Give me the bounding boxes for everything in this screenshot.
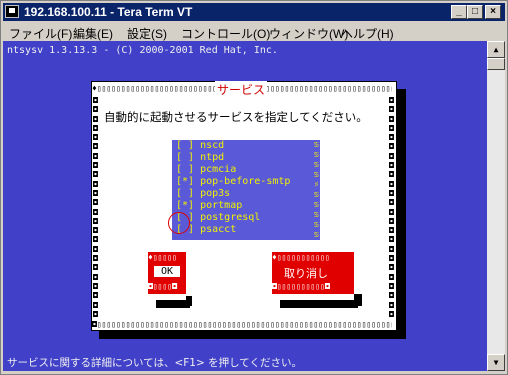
cancel-button-label: 取り消し (284, 267, 328, 280)
list-item[interactable]: [*] pop-before-smtp (176, 177, 290, 187)
ok-button-shadow (156, 300, 190, 308)
dialog-shadow-bottom (99, 331, 406, 339)
services-dialog: ♦▯▯▯▯▯▯▯▯▯▯▯▯▯▯▯▯▯▯▯▯▯▯▯▯▯▯▯▯▯▯▯▯▯▯▯▯▯▯▯… (91, 81, 397, 331)
teraterm-window: 192.168.100.11 - Tera Term VT _ □ × ファイル… (0, 0, 508, 375)
menu-setup[interactable]: 設定(S) (127, 25, 167, 42)
ok-button[interactable]: ♦▯▯▯▯▯ OK ◘▯▯▯▯◘ (148, 252, 186, 294)
menu-bar: ファイル(F) 編集(E) 設定(S) コントロール(O) ウィンドウ(W) ヘ… (3, 22, 505, 41)
annotation-circle-icon (168, 212, 190, 234)
menu-control[interactable]: コントロール(O) (181, 25, 270, 42)
dialog-title: サービス (215, 81, 268, 98)
ok-button-label: OK (161, 266, 174, 277)
services-listbox[interactable]: [ ] nscd [ ] ntpd [ ] pcmcia [*] pop-bef… (172, 140, 320, 240)
scroll-up-arrow-icon[interactable]: ▲ (487, 41, 505, 58)
terminal-footer-text: サービスに関する詳細については、<F1> を押してください。 (7, 357, 302, 369)
dialog-instruction: 自動的に起動させるサービスを指定してください。 (104, 110, 368, 124)
list-item[interactable]: [ ] pop3s (176, 189, 230, 199)
ok-button-shadow-side (186, 296, 192, 306)
service-name: pcmcia (200, 164, 237, 175)
dialog-bottom-border: ◘▯▯▯▯▯▯▯▯▯▯▯▯▯▯▯▯▯▯▯▯▯▯▯▯▯▯▯▯▯▯▯▯▯▯▯▯▯▯▯… (92, 320, 392, 329)
cancel-button-bottom-edge: ◘▯▯▯▯▯▯▯▯▯▯◘ (272, 282, 330, 291)
menu-edit[interactable]: 編集(E) (73, 25, 113, 42)
list-item[interactable]: [ ] pcmcia (176, 165, 236, 175)
checkbox[interactable]: [ ] (176, 140, 194, 151)
service-name: pop-before-smtp (200, 176, 291, 187)
list-item[interactable]: [ ] nscd (176, 141, 224, 151)
minimize-button[interactable]: _ (451, 5, 467, 19)
service-name: postgresql (200, 212, 261, 223)
title-bar[interactable]: 192.168.100.11 - Tera Term VT _ □ × (3, 3, 505, 21)
ok-button-bottom-edge: ◘▯▯▯▯◘ (148, 282, 177, 291)
checkbox[interactable]: [ ] (176, 152, 194, 163)
vertical-scrollbar[interactable]: ▲ ▼ (487, 41, 505, 371)
service-name: nscd (200, 140, 225, 151)
menu-file[interactable]: ファイル(F) (9, 25, 72, 42)
dialog-right-border: ◘ ◘ ◘ ◘ ◘ ◘ ◘ ◘ ◘ ◘ ◘ ◘ ◘ ◘ ◘ ◘ ◘ ◘ ◘ ◘ ◘ ◘ ◘ ◘ (389, 96, 394, 318)
dialog-shadow-right (397, 89, 406, 339)
cancel-button[interactable]: ♦▯▯▯▯▯▯▯▯▯▯▯ 取り消し ◘▯▯▯▯▯▯▯▯▯▯◘ (272, 252, 354, 294)
listbox-scrollbar[interactable]: ♋ ♋ ♋ ♋ ♯ ♋ ♋ ♋ ♋ ♋ (314, 140, 320, 240)
scrollbar-thumb[interactable] (487, 58, 505, 70)
service-name: psacct (200, 224, 237, 235)
close-button[interactable]: × (485, 5, 501, 19)
maximize-button[interactable]: □ (467, 5, 483, 19)
ok-button-top-edge: ♦▯▯▯▯▯ (148, 253, 177, 262)
menu-window[interactable]: ウィンドウ(W) (269, 25, 348, 42)
cancel-button-shadow-side (354, 294, 362, 306)
dialog-left-border: ◘ ◘ ◘ ◘ ◘ ◘ ◘ ◘ ◘ ◘ ◘ ◘ ◘ ◘ ◘ ◘ ◘ ◘ ◘ ◘ ◘ ◘ ◘ ◘ (93, 96, 98, 318)
checkbox[interactable]: [*] (176, 200, 194, 211)
checkbox[interactable]: [ ] (176, 164, 194, 175)
terminal-area[interactable]: ntsysv 1.3.13.3 - (C) 2000-2001 Red Hat,… (3, 41, 487, 371)
checkbox[interactable]: [*] (176, 176, 194, 187)
list-item[interactable]: [*] portmap (176, 201, 242, 211)
service-name: pop3s (200, 188, 231, 199)
list-item[interactable]: [ ] ntpd (176, 153, 224, 163)
window-title: 192.168.100.11 - Tera Term VT (24, 5, 193, 19)
teraterm-app-icon[interactable] (5, 5, 19, 18)
menu-help[interactable]: ヘルプ(H) (341, 25, 394, 42)
service-name: ntpd (200, 152, 225, 163)
terminal-header-text: ntsysv 1.3.13.3 - (C) 2000-2001 Red Hat,… (7, 45, 278, 56)
service-name: portmap (200, 200, 243, 211)
checkbox[interactable]: [ ] (176, 188, 194, 199)
cancel-button-top-edge: ♦▯▯▯▯▯▯▯▯▯▯▯ (272, 253, 330, 262)
cancel-button-shadow (280, 300, 358, 308)
scroll-down-arrow-icon[interactable]: ▼ (487, 354, 505, 371)
